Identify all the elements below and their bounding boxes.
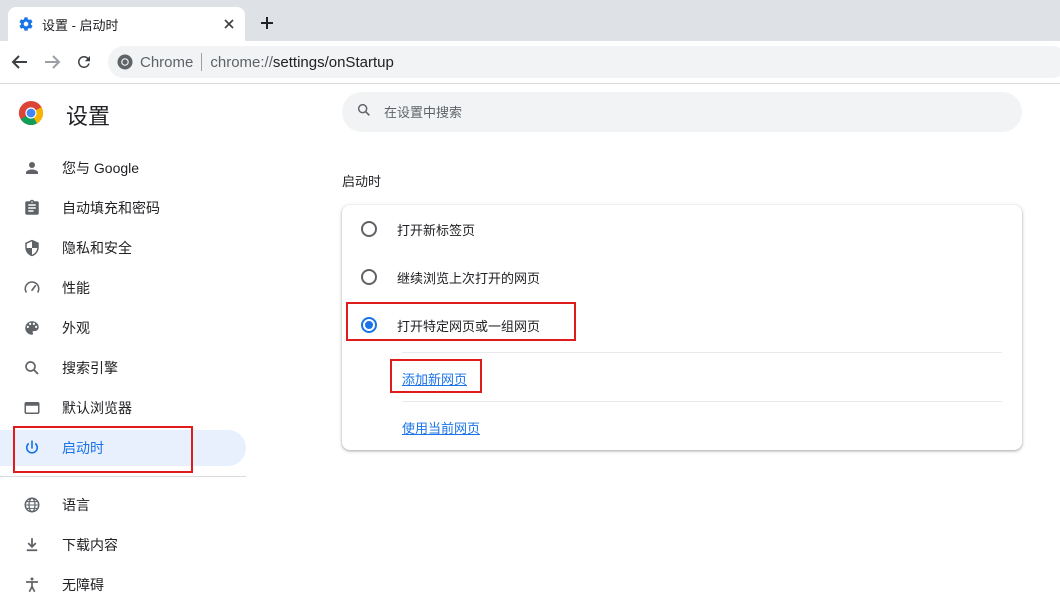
settings-search[interactable] [342, 92, 1022, 132]
use-current-pages-link[interactable]: 使用当前网页 [402, 418, 480, 437]
omnibox-separator [201, 53, 203, 71]
toolbar: Chrome chrome://settings/onStartup [0, 41, 1060, 84]
sidebar-item-default-browser[interactable]: 默认浏览器 [0, 390, 246, 426]
sidebar-item-appearance[interactable]: 外观 [0, 310, 246, 346]
tab-strip: 设置 - 启动时 [0, 0, 1060, 41]
add-new-page-link[interactable]: 添加新网页 [402, 369, 467, 388]
radio-button[interactable] [361, 221, 377, 237]
sidebar-item-performance[interactable]: 性能 [0, 270, 246, 306]
option-continue[interactable]: 继续浏览上次打开的网页 [342, 253, 1022, 301]
sidebar-item-privacy[interactable]: 隐私和安全 [0, 230, 246, 266]
gear-icon [18, 16, 34, 32]
radio-button[interactable] [361, 269, 377, 285]
sidebar-item-you-and-google[interactable]: 您与 Google [0, 150, 246, 186]
omnibox-site-label: Chrome [140, 53, 194, 71]
sidebar-item-languages[interactable]: 语言 [0, 487, 246, 523]
address-bar[interactable]: Chrome chrome://settings/onStartup [108, 46, 1060, 78]
option-new-tab[interactable]: 打开新标签页 [342, 205, 1022, 253]
speedometer-icon [22, 278, 42, 298]
search-icon [22, 358, 42, 378]
arrow-right-icon [45, 55, 61, 69]
divider [402, 401, 1002, 402]
power-icon [22, 438, 42, 458]
back-button[interactable] [9, 51, 31, 73]
startup-card: 打开新标签页 继续浏览上次打开的网页 打开特定网页或一组网页 添加新网页 使用当… [342, 205, 1022, 450]
new-tab-button[interactable] [257, 13, 277, 33]
divider [402, 352, 1002, 353]
shield-icon [22, 238, 42, 258]
globe-icon [22, 495, 42, 515]
download-icon [22, 535, 42, 555]
clipboard-icon [22, 198, 42, 218]
sidebar-item-downloads[interactable]: 下载内容 [0, 527, 246, 563]
sidebar-item-search-engine[interactable]: 搜索引擎 [0, 350, 246, 386]
sidebar-divider [0, 476, 246, 477]
forward-button[interactable] [41, 51, 63, 73]
option-specific-pages[interactable]: 打开特定网页或一组网页 [342, 301, 1022, 349]
chrome-icon [116, 53, 134, 71]
settings-header: 设置 [18, 99, 110, 131]
omnibox-url: chrome://settings/onStartup [210, 53, 394, 71]
person-icon [22, 158, 42, 178]
search-icon [356, 102, 372, 123]
sidebar-item-accessibility[interactable]: 无障碍 [0, 567, 246, 599]
sidebar-item-on-startup[interactable]: 启动时 [0, 430, 246, 466]
tab-settings[interactable]: 设置 - 启动时 [8, 7, 245, 41]
tab-title: 设置 - 启动时 [42, 17, 119, 33]
chrome-logo-icon [18, 100, 44, 131]
browser-window-icon [22, 398, 42, 418]
reload-icon [77, 55, 90, 68]
sidebar-item-autofill[interactable]: 自动填充和密码 [0, 190, 246, 226]
radio-button-checked[interactable] [361, 317, 377, 333]
section-title: 启动时 [342, 174, 382, 189]
page-title: 设置 [66, 104, 111, 129]
arrow-left-icon [11, 55, 27, 69]
reload-button[interactable] [73, 51, 95, 73]
search-input[interactable] [384, 104, 984, 120]
close-icon[interactable] [219, 14, 239, 34]
plus-icon [261, 17, 273, 29]
palette-icon [22, 318, 42, 338]
accessibility-icon [22, 575, 42, 595]
